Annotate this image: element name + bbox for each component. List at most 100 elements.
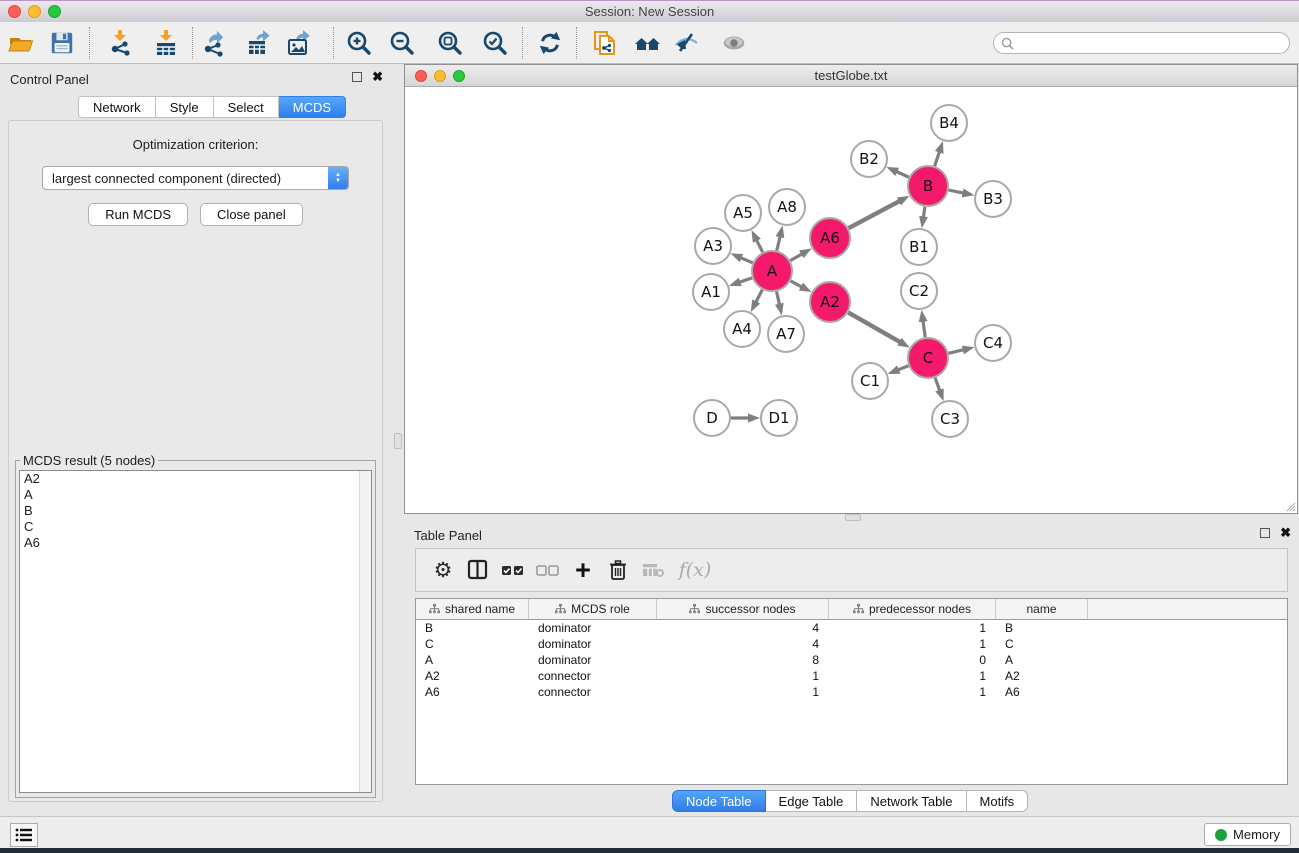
edge-A-A2[interactable] [791,281,802,287]
network-close-button[interactable] [415,70,427,82]
table-cell[interactable]: 4 [657,621,829,635]
edge-A-A1[interactable] [739,278,752,282]
column-header-predecessor-nodes[interactable]: predecessor nodes [829,599,996,619]
zoom-in-button[interactable] [345,29,373,57]
import-network-button[interactable] [106,29,134,57]
table-cell[interactable]: 0 [829,653,996,667]
table-row[interactable]: Adominator80A [416,652,1287,668]
network-canvas[interactable]: AA1A2A3A4A5A6A7A8BB1B2B3B4CC1C2C3C4DD1 [405,87,1297,513]
table-cell[interactable]: 1 [657,685,829,699]
table-cell[interactable]: 1 [657,669,829,683]
edge-A-A7[interactable] [777,291,780,304]
float-table-panel-icon[interactable] [1260,528,1270,538]
show-graphics-details-button[interactable] [720,29,748,57]
table-cell[interactable]: 8 [657,653,829,667]
table-cell[interactable]: C [996,637,1088,651]
zoom-fit-button[interactable] [436,29,464,57]
table-cell[interactable]: A2 [416,669,529,683]
tab-style[interactable]: Style [156,96,214,118]
edge-A6-B[interactable] [849,201,900,228]
zoom-selected-button[interactable] [481,29,509,57]
column-header-name[interactable]: name [996,599,1088,619]
table-cell[interactable]: dominator [529,653,657,667]
edge-B-B3[interactable] [949,190,964,193]
table-cell[interactable]: A [416,653,529,667]
export-network-button[interactable] [200,29,228,57]
result-scrollbar[interactable] [359,471,371,792]
table-settings-button[interactable]: ⚙ [430,556,456,584]
network-graph[interactable]: AA1A2A3A4A5A6A7A8BB1B2B3B4CC1C2C3C4DD1 [405,87,1297,513]
edge-C-C1[interactable] [898,366,909,370]
table-row[interactable]: Bdominator41B [416,620,1287,636]
table-row[interactable]: Cdominator41C [416,636,1287,652]
close-panel-button[interactable]: Close panel [200,203,303,226]
refresh-view-button[interactable] [536,29,564,57]
table-cell[interactable]: connector [529,669,657,683]
first-neighbors-button[interactable] [634,29,662,57]
table-cell[interactable]: 1 [829,637,996,651]
tab-select[interactable]: Select [214,96,279,118]
column-header-shared-name[interactable]: shared name [416,599,529,619]
table-cell[interactable]: 1 [829,685,996,699]
network-maximize-button[interactable] [453,70,465,82]
edge-B-B2[interactable] [896,171,909,177]
table-cell[interactable]: B [416,621,529,635]
network-minimize-button[interactable] [434,70,446,82]
tab-network-table[interactable]: Network Table [857,790,966,812]
result-item[interactable]: C [20,519,371,535]
zoom-out-button[interactable] [388,29,416,57]
maximize-window-button[interactable] [48,5,61,18]
edge-A-A3[interactable] [741,258,753,263]
edge-B-B1[interactable] [923,207,925,218]
node-table[interactable]: shared nameMCDS rolesuccessor nodesprede… [415,598,1288,785]
add-column-button[interactable]: + [570,556,596,584]
tab-motifs[interactable]: Motifs [967,790,1029,812]
open-session-button[interactable] [7,29,35,57]
result-item[interactable]: A6 [20,535,371,551]
table-cell[interactable]: A2 [996,669,1088,683]
memory-button[interactable]: Memory [1204,823,1291,846]
table-row[interactable]: A6connector11A6 [416,684,1287,700]
delete-column-button[interactable] [605,556,631,584]
search-input[interactable] [1014,34,1289,52]
table-cell[interactable]: A [996,653,1088,667]
edge-C-C2[interactable] [923,321,925,337]
export-table-button[interactable] [245,29,273,57]
result-item[interactable]: A [20,487,371,503]
result-item[interactable]: A2 [20,471,371,487]
edge-C-C4[interactable] [948,350,963,354]
table-row[interactable]: A2connector11A2 [416,668,1287,684]
column-header-successor-nodes[interactable]: successor nodes [657,599,829,619]
tab-network[interactable]: Network [78,96,156,118]
table-cell[interactable]: B [996,621,1088,635]
tab-node-table[interactable]: Node Table [672,790,766,812]
edge-A-A4[interactable] [756,290,763,303]
mcds-result-list[interactable]: A2ABCA6 [19,470,372,793]
close-panel-icon[interactable]: ✖ [372,72,383,82]
task-history-button[interactable] [10,823,38,847]
table-cell[interactable]: dominator [529,637,657,651]
run-mcds-button[interactable]: Run MCDS [88,203,188,226]
table-cell[interactable]: connector [529,685,657,699]
table-cell[interactable]: dominator [529,621,657,635]
table-cell[interactable]: A6 [416,685,529,699]
edge-A2-C[interactable] [848,312,900,342]
clone-network-button[interactable] [591,29,619,57]
tab-edge-table[interactable]: Edge Table [766,790,858,812]
resize-grip-icon[interactable] [1283,499,1296,512]
float-panel-icon[interactable] [352,72,362,82]
table-cell[interactable]: 1 [829,669,996,683]
tab-mcds[interactable]: MCDS [279,96,346,118]
export-image-button[interactable] [285,29,313,57]
edge-A-A8[interactable] [777,236,780,250]
import-table-button[interactable] [152,29,180,57]
edge-A-A5[interactable] [756,240,762,252]
save-session-button[interactable] [48,29,76,57]
deselect-all-columns-button[interactable] [535,556,561,584]
table-cell[interactable]: A6 [996,685,1088,699]
table-cell[interactable]: C [416,637,529,651]
column-visibility-button[interactable] [465,556,491,584]
select-all-columns-button[interactable] [500,556,526,584]
table-cell[interactable]: 1 [829,621,996,635]
close-table-panel-icon[interactable]: ✖ [1280,528,1291,538]
